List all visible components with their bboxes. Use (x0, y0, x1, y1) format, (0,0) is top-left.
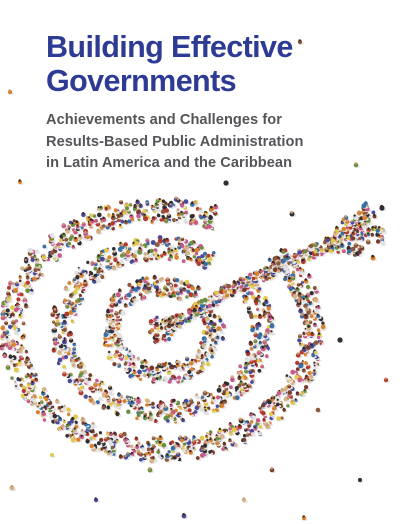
report-cover: Building Effective Governments Achieveme… (0, 0, 400, 524)
cover-subtitle-line-1: Achievements and Challenges for (46, 112, 282, 128)
cover-subtitle: Achievements and Challenges for Results-… (46, 110, 386, 175)
cover-subtitle-line-2: Results-Based Public Administration (46, 133, 304, 150)
cover-title-line-2: Governments (46, 64, 237, 98)
cover-subtitle-line-3: in Latin America and the Caribbean (46, 155, 293, 171)
cover-title: Building Effective Governments (46, 30, 376, 98)
cover-title-line-1: Building Effective (46, 30, 293, 64)
